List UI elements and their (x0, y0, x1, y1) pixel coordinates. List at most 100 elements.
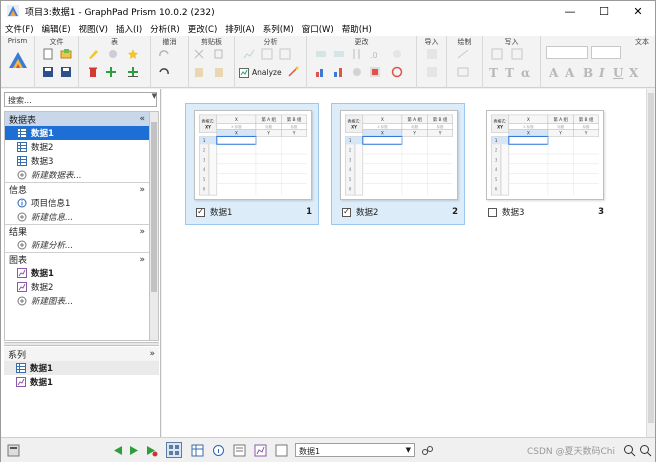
sheet-card-3[interactable]: 表格式: XY X 第 A 组 第 B 组 X 标题 标题 标题 X Y Y 1… (477, 103, 611, 225)
expand-icon[interactable]: » (139, 227, 145, 237)
font-smaller-icon: A (565, 66, 575, 80)
star-icon[interactable] (127, 48, 139, 60)
expand-icon[interactable]: » (139, 255, 145, 265)
nav-item-graph1[interactable]: 数据1 (5, 266, 149, 280)
nav-item-data2[interactable]: 数据2 (5, 140, 149, 154)
maximize-button[interactable]: ☐ (587, 1, 621, 21)
navigator-search-input[interactable]: 搜索... (4, 92, 157, 107)
go-sheet-icon[interactable] (145, 444, 158, 457)
sheet-card-2[interactable]: 表格式: XY X 第 A 组 第 B 组 X 标题 标题 标题 X Y Y 1… (331, 103, 465, 225)
menu-edit[interactable]: 编辑(E) (42, 23, 71, 35)
prism-logo-icon[interactable] (8, 50, 28, 70)
thumb-x-title: X 标题 (231, 124, 242, 129)
new-data-table-link[interactable]: 新建数据表... (5, 168, 149, 182)
gallery-scrollbar[interactable] (646, 89, 655, 437)
nav-item-data1[interactable]: 数据1 (5, 126, 149, 140)
panel-splitter[interactable] (4, 342, 159, 346)
menu-file[interactable]: 文件(F) (5, 23, 34, 35)
new-graph-link[interactable]: 新建图表... (5, 294, 149, 308)
menu-view[interactable]: 视图(V) (79, 23, 108, 35)
sheet-checkbox[interactable] (488, 207, 497, 217)
link-icon[interactable] (421, 444, 434, 457)
thumb-y-col-a: Y (558, 130, 562, 136)
axis-icon[interactable] (333, 66, 345, 78)
calculator-icon[interactable] (7, 444, 20, 457)
undo-icon[interactable] (158, 66, 170, 78)
menu-arrange[interactable]: 排列(A) (225, 23, 254, 35)
save-icon[interactable] (42, 66, 54, 78)
section-info[interactable]: 信息 » (5, 182, 149, 196)
analysis-chart-icon (243, 49, 255, 59)
analyze-icon[interactable] (239, 68, 249, 78)
nav-item-graph2[interactable]: 数据2 (5, 280, 149, 294)
chevron-down-icon[interactable]: ▼ (152, 92, 157, 100)
color-scheme-icon[interactable] (369, 66, 381, 78)
section-graphs[interactable]: 图表 » (5, 252, 149, 266)
menu-insert[interactable]: 插入(I) (116, 23, 142, 35)
section-family[interactable]: 系列 » (4, 347, 159, 361)
save-as-icon[interactable] (60, 66, 72, 78)
sheet-selector-dropdown[interactable]: 数据1 ▼ (295, 443, 415, 457)
section-results[interactable]: 结果 » (5, 224, 149, 238)
menu-help[interactable]: 帮助(H) (342, 23, 372, 35)
thumb-y-col-b: Y (292, 130, 296, 136)
previous-sheet-icon[interactable] (111, 444, 124, 457)
close-button[interactable]: ✕ (621, 1, 655, 21)
info-view-icon[interactable] (212, 444, 225, 457)
menu-analysis[interactable]: 分析(R) (150, 23, 180, 35)
equation-icon (511, 48, 523, 60)
sheet-checkbox[interactable]: ✓ (342, 207, 351, 217)
analysis-table-icon (261, 48, 273, 60)
info-icon (17, 198, 27, 208)
ribbon-group-file: 文件 (35, 36, 79, 88)
nav-item-data3[interactable]: 数据3 (5, 154, 149, 168)
new-analysis-link[interactable]: 新建分析... (5, 238, 149, 252)
nav-item-project-info[interactable]: 项目信息1 (5, 196, 149, 210)
magic-wand-icon[interactable] (287, 66, 299, 78)
family-item-table[interactable]: 数据1 (4, 361, 159, 375)
new-info-link[interactable]: 新建信息... (5, 210, 149, 224)
delete-icon[interactable] (87, 66, 99, 78)
graph-type-icon[interactable] (315, 66, 327, 78)
add-icon[interactable] (105, 66, 117, 78)
magic-icon[interactable] (391, 66, 403, 78)
thumb-y-col-a: Y (266, 130, 270, 136)
collapse-icon[interactable]: « (139, 114, 145, 124)
zoom-in-icon[interactable] (623, 444, 636, 457)
sheet-card-1[interactable]: 表格式: XY X 第 A 组 第 B 组 X 标题 标题 标题 X Y Y 1… (185, 103, 319, 225)
layout-view-icon[interactable] (275, 444, 288, 457)
thumb-x-col: X (527, 130, 530, 136)
thumb-group-b: 第 B 组 (433, 116, 448, 123)
menu-family[interactable]: 系列(M) (263, 23, 294, 35)
cut-icon (194, 49, 204, 59)
insert-column-icon[interactable] (127, 66, 139, 78)
gallery-view: 表格式: XY X 第 A 组 第 B 组 X 标题 标题 标题 X Y Y 1… (162, 89, 646, 437)
thumb-corner-label: 表格式: (347, 119, 360, 124)
scrollbar-thumb[interactable] (151, 122, 157, 292)
graph-view-icon[interactable] (254, 444, 267, 457)
next-sheet-icon[interactable] (128, 444, 141, 457)
analyze-button[interactable]: Analyze (252, 68, 282, 77)
section-data-tables[interactable]: 数据表 « (5, 112, 149, 126)
new-table-icon[interactable] (87, 48, 99, 60)
open-file-icon[interactable] (60, 48, 72, 60)
zoom-out-icon[interactable] (639, 444, 652, 457)
data-table-view-icon[interactable] (191, 444, 204, 457)
table-thumbnail: 表格式: XY X 第 A 组 第 B 组 X 标题 标题 标题 X Y Y 1… (486, 110, 604, 200)
menu-window[interactable]: 窗口(W) (302, 23, 334, 35)
family-item-graph[interactable]: 数据1 (4, 375, 159, 389)
new-file-icon[interactable] (42, 48, 54, 60)
sheet-checkbox[interactable]: ✓ (196, 207, 205, 217)
expand-icon[interactable]: » (139, 185, 145, 195)
gallery-view-icon[interactable] (166, 442, 182, 458)
results-view-icon[interactable] (233, 444, 246, 457)
scrollbar-thumb[interactable] (648, 93, 654, 423)
minimize-button[interactable]: — (553, 1, 587, 21)
thumb-corner-type: XY (351, 125, 357, 130)
expand-icon[interactable]: » (149, 349, 155, 359)
italic-icon: I (599, 66, 605, 80)
symbol-icon (353, 68, 361, 76)
navigator-scrollbar[interactable] (150, 111, 159, 341)
sheet-name: 数据1 (210, 208, 233, 218)
menu-change[interactable]: 更改(C) (188, 23, 218, 35)
